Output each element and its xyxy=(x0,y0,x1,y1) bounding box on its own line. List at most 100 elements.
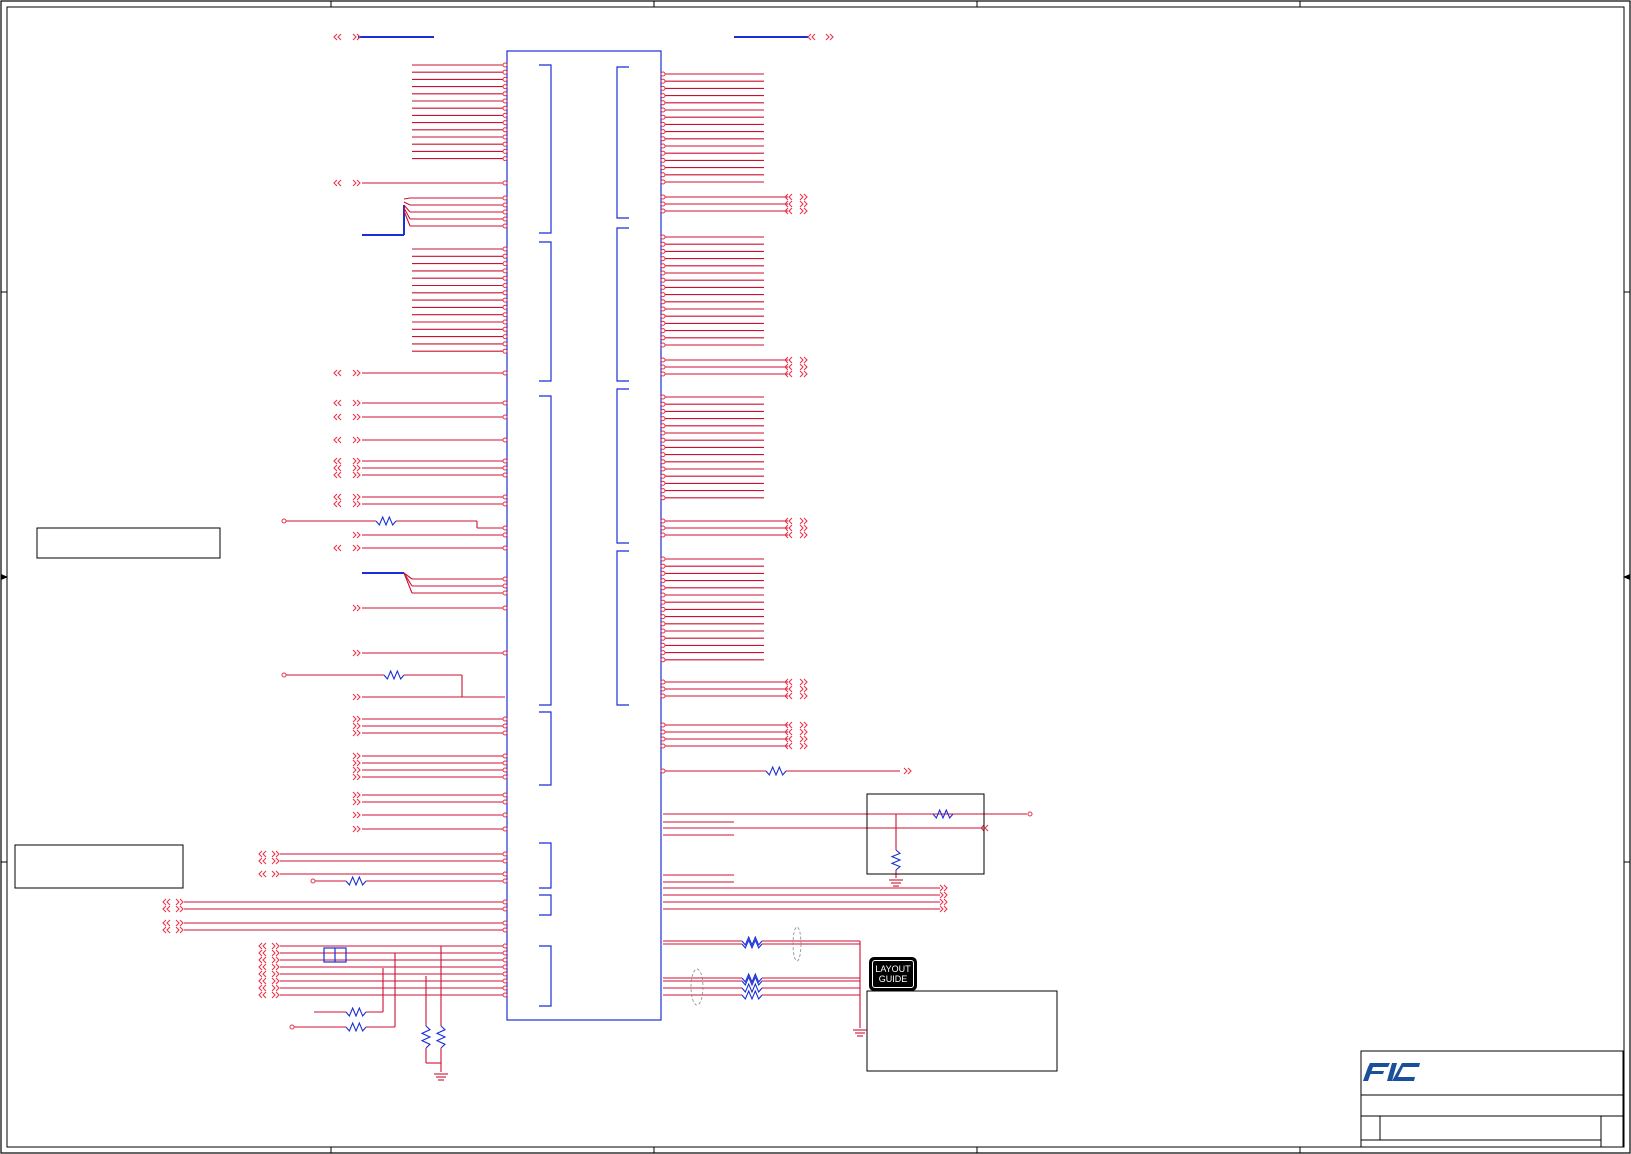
pin-dot xyxy=(502,957,508,963)
double-chevron-icon xyxy=(166,898,171,906)
pin-dot xyxy=(502,290,508,296)
pin-dot xyxy=(502,826,508,832)
pin-dot xyxy=(502,971,508,977)
pin-dot xyxy=(502,716,508,722)
pin-dot xyxy=(502,525,508,531)
resistor-zigzag-icon xyxy=(435,1025,447,1049)
double-chevron-icon xyxy=(984,824,989,832)
double-chevron-icon xyxy=(352,791,357,799)
double-chevron-icon xyxy=(356,773,361,781)
pin-dot xyxy=(660,599,666,605)
pin-dot xyxy=(502,545,508,551)
double-chevron-icon xyxy=(803,524,808,532)
pin-dot xyxy=(502,312,508,318)
pin-dot xyxy=(502,223,508,229)
double-chevron-icon xyxy=(352,759,357,767)
pin-dot xyxy=(660,100,666,106)
double-chevron-icon xyxy=(337,369,342,377)
double-chevron-icon xyxy=(807,33,812,41)
double-chevron-icon xyxy=(258,949,263,957)
pin-dot xyxy=(660,525,666,531)
pin-group-bracket xyxy=(539,64,552,234)
double-chevron-icon xyxy=(788,721,793,729)
double-chevron-icon xyxy=(271,942,276,950)
double-chevron-icon xyxy=(352,693,357,701)
pin-dot xyxy=(660,364,666,370)
pin-dot xyxy=(502,69,508,75)
pin-dot xyxy=(502,283,508,288)
pin-dot xyxy=(660,165,666,171)
double-chevron-icon xyxy=(337,493,342,501)
pin-dot xyxy=(660,614,666,620)
double-chevron-icon xyxy=(788,735,793,743)
pin-dot xyxy=(660,270,666,276)
pin-dot xyxy=(660,686,666,692)
sheet-outer-border xyxy=(0,0,1631,1154)
pin-dot xyxy=(502,246,508,252)
pin-dot xyxy=(660,606,666,612)
double-chevron-icon xyxy=(271,977,276,985)
pin-dot xyxy=(502,494,508,500)
pin-dot xyxy=(502,98,508,104)
pin-dot xyxy=(502,195,508,201)
note-box-right-circuit xyxy=(866,793,985,875)
pin-dot xyxy=(660,157,666,163)
resistor-zigzag-icon xyxy=(345,1021,367,1033)
double-chevron-icon xyxy=(803,742,808,750)
pin-dot xyxy=(660,93,666,99)
double-chevron-icon xyxy=(939,891,944,899)
double-chevron-icon xyxy=(275,850,280,858)
double-chevron-icon xyxy=(356,722,361,730)
pin-dot xyxy=(660,129,666,135)
double-chevron-icon xyxy=(262,857,267,865)
double-chevron-icon xyxy=(803,200,808,208)
double-chevron-icon xyxy=(333,369,338,377)
layout-guide-line1: LAYOUT xyxy=(875,964,911,974)
pin-dot xyxy=(660,430,666,436)
pin-dot xyxy=(502,950,508,956)
double-chevron-icon xyxy=(271,850,276,858)
signal-wires xyxy=(184,64,1027,1072)
pin-dot xyxy=(660,768,666,774)
pin-dot xyxy=(660,466,666,472)
double-chevron-icon xyxy=(799,207,804,215)
double-chevron-icon xyxy=(803,735,808,743)
pin-dot xyxy=(502,792,508,798)
double-chevron-icon xyxy=(333,544,338,552)
double-chevron-icon xyxy=(356,500,361,508)
pin-dot xyxy=(660,194,666,200)
double-chevron-icon xyxy=(271,956,276,964)
double-chevron-icon xyxy=(337,500,342,508)
double-chevron-icon xyxy=(356,798,361,806)
double-chevron-icon xyxy=(803,370,808,378)
double-chevron-icon xyxy=(788,742,793,750)
pin-dot xyxy=(660,570,666,576)
pin-dot xyxy=(502,927,508,933)
double-chevron-icon xyxy=(262,850,267,858)
pin-dot xyxy=(660,136,666,142)
double-chevron-icon xyxy=(271,984,276,992)
pin-dot xyxy=(502,216,508,222)
double-chevron-icon xyxy=(271,970,276,978)
pin-dot xyxy=(660,201,666,207)
double-chevron-icon xyxy=(356,544,361,552)
pin-dot xyxy=(502,253,508,259)
pin-group-bracket xyxy=(539,842,552,889)
double-chevron-icon xyxy=(337,413,342,421)
pin-dot xyxy=(502,812,508,818)
pin-dot xyxy=(660,743,666,749)
pin-dot xyxy=(502,774,508,780)
double-chevron-icon xyxy=(275,949,280,957)
layout-guide-badge: LAYOUT GUIDE xyxy=(869,957,917,991)
zone-ticks xyxy=(1,1,1630,1153)
pin-dot xyxy=(660,444,666,450)
pin-dot xyxy=(502,326,508,332)
pin-dot xyxy=(660,208,666,214)
pin-dot xyxy=(502,767,508,773)
double-chevron-icon xyxy=(788,531,793,539)
double-chevron-icon xyxy=(333,464,338,472)
pin-dot xyxy=(502,209,508,215)
double-chevron-icon xyxy=(352,399,357,407)
pin-dot xyxy=(660,401,666,407)
double-chevron-icon xyxy=(799,692,804,700)
